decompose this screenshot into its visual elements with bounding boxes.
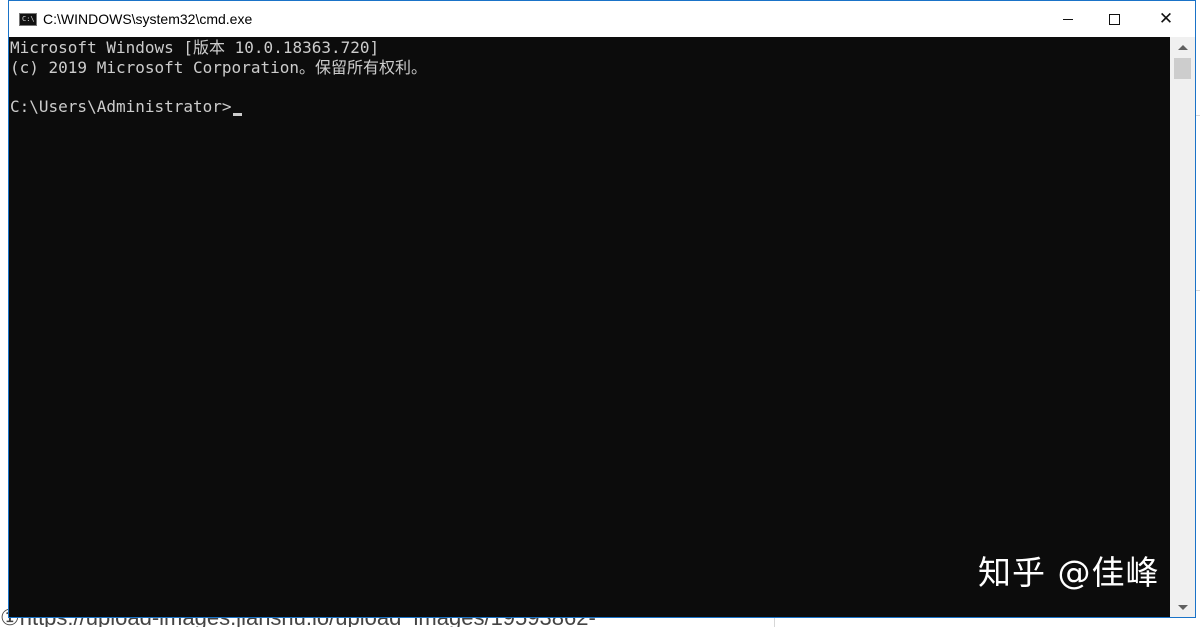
- chevron-down-icon: [1177, 604, 1188, 610]
- window-title: C:\WINDOWS\system32\cmd.exe: [43, 11, 253, 27]
- scroll-thumb[interactable]: [1174, 58, 1191, 79]
- console-prompt-line[interactable]: C:\Users\Administrator>: [10, 97, 242, 117]
- scroll-down-button[interactable]: [1170, 597, 1195, 617]
- console-line: Microsoft Windows [版本 10.0.18363.720]: [10, 38, 380, 57]
- minimize-icon: [1063, 18, 1073, 20]
- divider: [774, 618, 775, 627]
- minimize-button[interactable]: [1045, 1, 1091, 37]
- maximize-icon: [1108, 13, 1120, 25]
- cmd-app-icon: [19, 12, 37, 26]
- console-line: (c) 2019 Microsoft Corporation。保留所有权利。: [10, 58, 427, 77]
- chevron-up-icon: [1177, 44, 1188, 50]
- title-bar[interactable]: C:\WINDOWS\system32\cmd.exe ✕: [9, 1, 1195, 37]
- close-icon: ✕: [1158, 8, 1174, 29]
- maximize-button[interactable]: [1091, 1, 1137, 37]
- watermark: 知乎 @佳峰: [978, 553, 1160, 592]
- window-controls: ✕: [1045, 1, 1195, 37]
- scroll-up-button[interactable]: [1170, 37, 1195, 57]
- console-prompt: C:\Users\Administrator>: [10, 97, 232, 116]
- console-output[interactable]: Microsoft Windows [版本 10.0.18363.720] (c…: [9, 37, 1170, 617]
- vertical-scrollbar[interactable]: [1170, 37, 1195, 617]
- cmd-window[interactable]: C:\WINDOWS\system32\cmd.exe ✕ Microsoft …: [8, 0, 1196, 618]
- close-button[interactable]: ✕: [1137, 1, 1195, 37]
- text-cursor: [232, 113, 242, 116]
